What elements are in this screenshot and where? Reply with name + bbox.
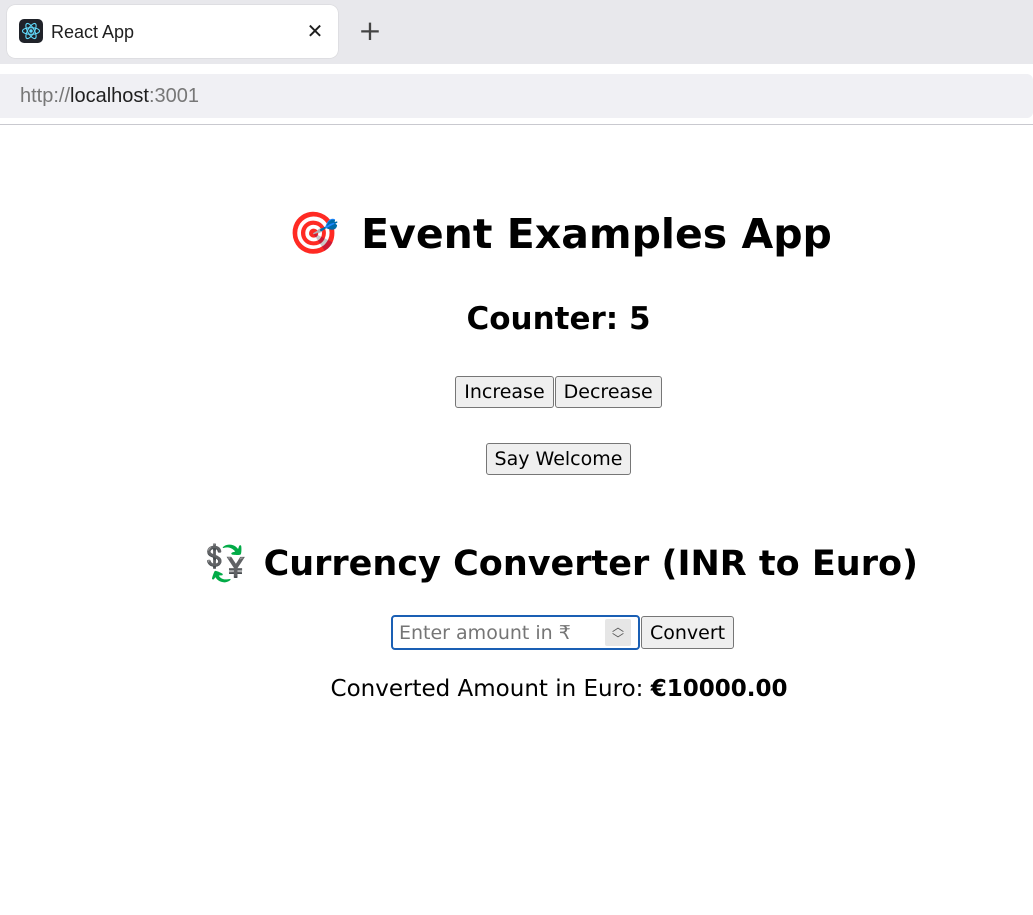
- new-tab-icon[interactable]: +: [356, 17, 384, 45]
- convert-button[interactable]: Convert: [641, 616, 735, 649]
- browser-tabstrip: React App ✕ +: [0, 0, 1033, 64]
- browser-tab[interactable]: React App ✕: [7, 5, 338, 58]
- converter-title: 💱 Currency Converter (INR to Euro): [0, 543, 1033, 585]
- decrease-button[interactable]: Decrease: [554, 376, 662, 408]
- counter-buttons: Increase Decrease: [0, 376, 1033, 408]
- counter-display: Counter: 5: [466, 301, 651, 337]
- converter-title-text: Currency Converter (INR to Euro): [263, 543, 919, 584]
- direct-hit-icon: 🎯: [288, 209, 340, 257]
- tab-title: React App: [51, 22, 135, 42]
- url-text: http://localhost:3001: [20, 85, 199, 108]
- currency-exchange-icon: 💱: [203, 544, 248, 584]
- address-bar[interactable]: http://localhost:3001: [0, 74, 1033, 118]
- converted-result: Converted Amount in Euro: €10000.00: [0, 676, 1033, 702]
- result-label: Converted Amount in Euro:: [330, 676, 651, 702]
- page-title-text: Event Examples App: [361, 209, 832, 258]
- react-logo-icon: [19, 19, 43, 43]
- url-port: :3001: [148, 85, 200, 107]
- number-spinner-icon[interactable]: ︿ ﹀: [605, 619, 631, 646]
- browser-toolbar: http://localhost:3001: [0, 64, 1033, 125]
- title-row: 🎯 Event Examples App: [0, 209, 1033, 258]
- amount-input[interactable]: [391, 615, 640, 650]
- url-host: localhost: [70, 85, 149, 107]
- amount-field-wrapper: ︿ ﹀: [391, 615, 640, 650]
- converter-form: ︿ ﹀ Convert: [391, 615, 735, 650]
- increase-button[interactable]: Increase: [455, 376, 554, 408]
- page-title: 🎯 Event Examples App: [288, 209, 832, 258]
- spinner-down-icon[interactable]: ﹀: [612, 633, 624, 645]
- say-welcome-button[interactable]: Say Welcome: [485, 443, 632, 475]
- url-scheme: http://: [20, 85, 71, 107]
- welcome-row: Say Welcome: [0, 443, 1033, 475]
- close-icon[interactable]: ✕: [303, 19, 327, 43]
- result-value: €10000.00: [650, 676, 788, 702]
